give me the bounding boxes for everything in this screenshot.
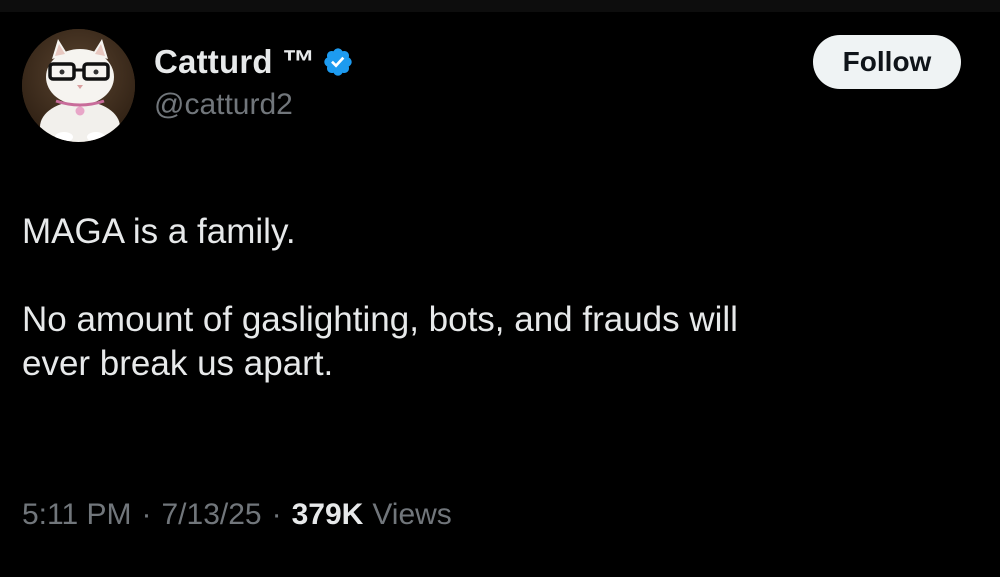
meta-separator: · [271,498,282,531]
tweet-line: No amount of gaslighting, bots, and frau… [22,300,738,339]
top-strip [0,0,1000,12]
tweet-text: MAGA is a family. No amount of gaslighti… [22,210,962,386]
views-label: Views [372,498,452,531]
meta-separator: · [141,498,152,531]
cat-avatar-icon [22,29,135,142]
author-handle[interactable]: @catturd2 [154,88,293,122]
verified-badge-icon [324,48,352,76]
tweet-line: ever break us apart. [22,344,334,383]
tweet-date[interactable]: 7/13/25 [162,498,262,532]
follow-button[interactable]: Follow [813,35,961,89]
tweet-time[interactable]: 5:11 PM [22,498,132,532]
author-name-row: Catturd ™ [154,42,354,82]
author-display-name[interactable]: Catturd ™ [154,43,315,81]
tweet-line: MAGA is a family. [22,212,296,251]
tweet-meta: 5:11 PM · 7/13/25 · 379K Views [22,498,452,532]
avatar[interactable] [22,29,135,142]
views-count: 379K [291,498,364,531]
